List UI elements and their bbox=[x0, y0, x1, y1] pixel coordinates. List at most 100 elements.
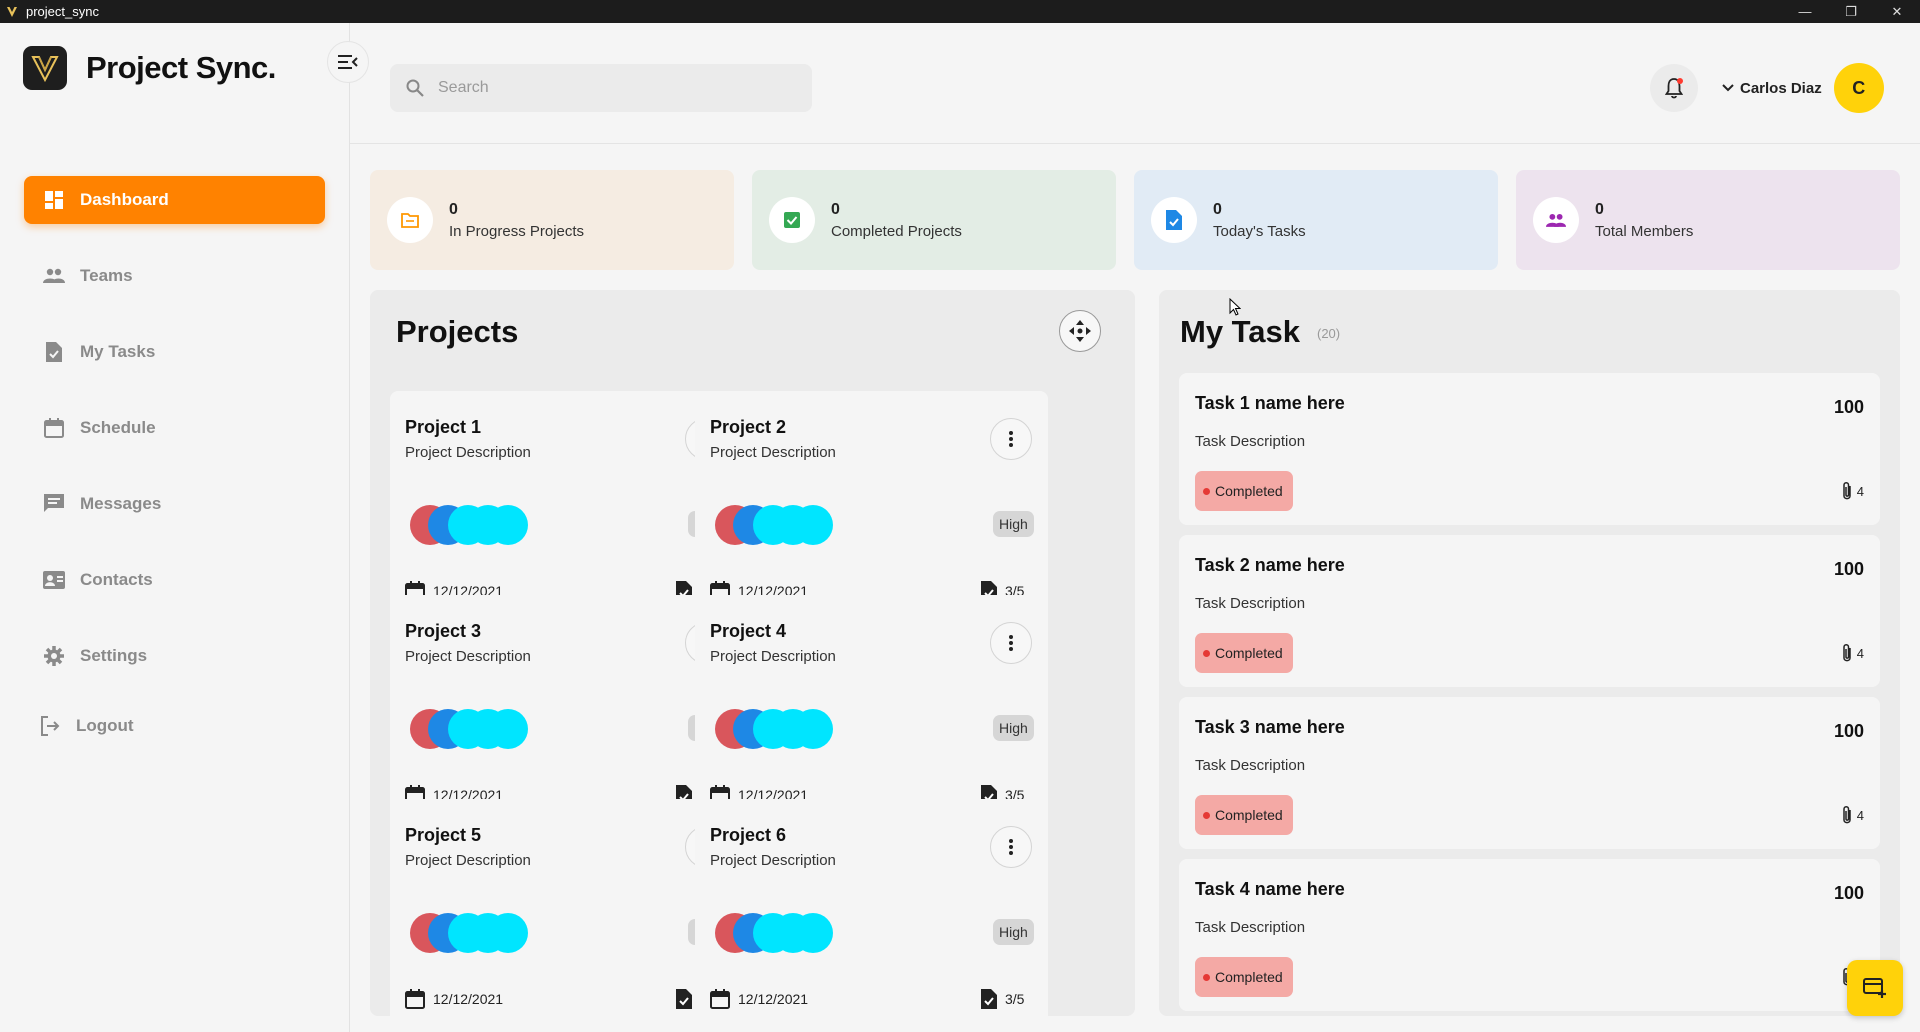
brand-name: Project Sync. bbox=[86, 50, 276, 85]
member-avatar bbox=[488, 505, 528, 545]
task-card[interactable]: Task 1 name here 100 Task Description Co… bbox=[1179, 373, 1880, 525]
project-card[interactable]: Project 2 Project Description High 12/12… bbox=[695, 391, 1048, 619]
sidebar-item-label: Messages bbox=[80, 494, 162, 513]
move-arrows-icon bbox=[1069, 320, 1091, 342]
move-button[interactable] bbox=[1059, 310, 1101, 352]
sidebar-item-settings[interactable]: Settings bbox=[24, 632, 325, 680]
logout-icon bbox=[38, 714, 62, 738]
task-value: 100 bbox=[1833, 721, 1864, 741]
status-dot bbox=[1203, 487, 1210, 495]
status-dot bbox=[1203, 973, 1210, 981]
message-icon bbox=[42, 492, 66, 516]
status-badge: Completed bbox=[1195, 633, 1293, 673]
projects-title: Projects bbox=[396, 314, 519, 349]
member-avatars bbox=[410, 505, 540, 545]
task-name: Task 4 name here bbox=[1195, 879, 1345, 899]
sidebar-item-dashboard[interactable]: Dashboard bbox=[24, 176, 325, 224]
sidebar-item-contacts[interactable]: Contacts bbox=[24, 556, 325, 604]
minimize-button[interactable]: — bbox=[1782, 0, 1828, 23]
project-description: Project Description bbox=[405, 852, 531, 869]
tasks-icon bbox=[42, 340, 66, 364]
mouse-cursor-icon bbox=[1229, 298, 1241, 316]
project-menu-button[interactable] bbox=[990, 826, 1032, 868]
project-card[interactable]: Project 6 Project Description High 12/12… bbox=[695, 799, 1048, 1016]
restore-button[interactable]: ❐ bbox=[1828, 0, 1874, 23]
task-count: (20) bbox=[1317, 326, 1341, 341]
attachment-count: 4 bbox=[1856, 483, 1864, 499]
task-name: Task 3 name here bbox=[1195, 717, 1345, 737]
project-card[interactable]: Project 1 Project Description High 12/12… bbox=[390, 391, 743, 619]
status-dot bbox=[1203, 649, 1210, 657]
stat-value: 0 bbox=[831, 200, 840, 218]
stat-label: Completed Projects bbox=[831, 222, 962, 240]
sidebar-nav: Dashboard Teams My Tasks Schedule Messag… bbox=[24, 176, 325, 778]
check-icon bbox=[769, 197, 815, 243]
sidebar-toggle-button[interactable] bbox=[327, 41, 369, 83]
project-name: Project 3 bbox=[405, 621, 482, 641]
status-badge: Completed bbox=[1195, 471, 1293, 511]
task-attachments[interactable]: 4 bbox=[1841, 805, 1864, 825]
my-task-title: My Task bbox=[1180, 314, 1301, 349]
close-button[interactable]: ✕ bbox=[1874, 0, 1920, 23]
notifications-button[interactable] bbox=[1650, 64, 1698, 112]
search-bar[interactable] bbox=[390, 64, 812, 112]
stat-total-members[interactable]: 0 Total Members bbox=[1516, 170, 1900, 270]
task-attachments[interactable]: 4 bbox=[1841, 481, 1864, 501]
add-task-fab[interactable] bbox=[1847, 960, 1903, 1016]
more-vertical-icon bbox=[1009, 431, 1013, 447]
folder-icon bbox=[387, 197, 433, 243]
priority-badge: High bbox=[993, 919, 1034, 945]
stat-in-progress-projects[interactable]: 0 In Progress Projects bbox=[370, 170, 734, 270]
avatar[interactable]: C bbox=[1833, 63, 1884, 113]
gear-icon bbox=[42, 644, 66, 668]
sidebar-item-teams[interactable]: Teams bbox=[24, 252, 325, 300]
project-name: Project 2 bbox=[710, 417, 787, 437]
status-label: Completed bbox=[1215, 483, 1283, 499]
sidebar-item-my-tasks[interactable]: My Tasks bbox=[24, 328, 325, 376]
logout-button[interactable]: Logout bbox=[24, 702, 325, 750]
task-card[interactable]: Task 4 name here 100 Task Description Co… bbox=[1179, 859, 1880, 1011]
member-avatars bbox=[715, 505, 845, 545]
header-divider bbox=[350, 143, 1920, 144]
calendar-icon bbox=[405, 989, 425, 1009]
project-description: Project Description bbox=[405, 648, 531, 665]
stat-completed-projects[interactable]: 0 Completed Projects bbox=[752, 170, 1116, 270]
member-avatars bbox=[410, 709, 540, 749]
paperclip-icon bbox=[1843, 644, 1851, 662]
task-card[interactable]: Task 2 name here 100 Task Description Co… bbox=[1179, 535, 1880, 687]
member-avatars bbox=[715, 913, 845, 953]
contacts-icon bbox=[42, 568, 66, 592]
stat-value: 0 bbox=[449, 200, 458, 218]
project-progress: 3/5 bbox=[981, 989, 1024, 1009]
app-logo-icon bbox=[4, 4, 20, 20]
member-avatars bbox=[715, 709, 845, 749]
project-description: Project Description bbox=[710, 648, 836, 665]
project-name: Project 4 bbox=[710, 621, 787, 641]
teams-icon bbox=[42, 264, 66, 288]
project-menu-button[interactable] bbox=[990, 418, 1032, 460]
priority-badge: High bbox=[993, 715, 1034, 741]
search-icon bbox=[406, 79, 424, 97]
project-card[interactable]: Project 5 Project Description High 12/12… bbox=[390, 799, 743, 1016]
task-card[interactable]: Task 3 name here 100 Task Description Co… bbox=[1179, 697, 1880, 849]
project-progress-value: 3/5 bbox=[1005, 991, 1025, 1007]
project-card[interactable]: Project 3 Project Description High 12/12… bbox=[390, 595, 743, 823]
status-badge: Completed bbox=[1195, 957, 1293, 997]
my-task-panel: My Task (20) Task 1 name here 100 Task D… bbox=[1159, 290, 1900, 1016]
task-attachments[interactable]: 4 bbox=[1841, 643, 1864, 663]
paperclip-icon bbox=[1843, 806, 1851, 824]
project-card[interactable]: Project 4 Project Description High 12/12… bbox=[695, 595, 1048, 823]
add-card-icon bbox=[1863, 978, 1886, 998]
task-document-icon bbox=[981, 989, 997, 1009]
stat-label: Today's Tasks bbox=[1213, 222, 1306, 240]
sidebar-item-messages[interactable]: Messages bbox=[24, 480, 325, 528]
user-menu[interactable]: Carlos Diaz C bbox=[1722, 63, 1884, 113]
search-input[interactable] bbox=[438, 79, 778, 97]
menu-collapse-icon bbox=[338, 55, 358, 69]
stat-todays-tasks[interactable]: 0 Today's Tasks bbox=[1134, 170, 1498, 270]
project-date: 12/12/2021 bbox=[405, 989, 503, 1009]
project-menu-button[interactable] bbox=[990, 622, 1032, 664]
stat-label: In Progress Projects bbox=[449, 222, 585, 240]
member-avatar bbox=[793, 505, 833, 545]
sidebar-item-schedule[interactable]: Schedule bbox=[24, 404, 325, 452]
